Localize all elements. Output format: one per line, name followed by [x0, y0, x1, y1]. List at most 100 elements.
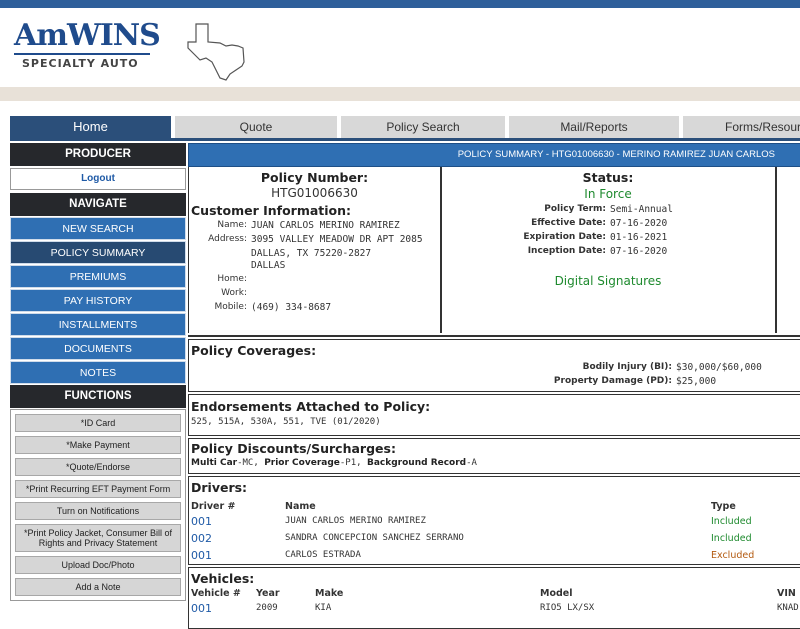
nav-installments[interactable]: INSTALLMENTS: [10, 313, 186, 336]
page-header: AmWINS SPECIALTY AUTO: [0, 8, 800, 87]
quote-endorse-button[interactable]: *Quote/Endorse: [15, 458, 181, 476]
discounts-title: Policy Discounts/Surcharges:: [191, 441, 396, 456]
driver-number-link[interactable]: 002: [191, 532, 212, 545]
vehicle-year: 2009: [256, 603, 278, 613]
header-separator: [0, 87, 800, 101]
driver-number-link[interactable]: 001: [191, 515, 212, 528]
left-sidebar: PRODUCER Logout NAVIGATE NEW SEARCH POLI…: [10, 143, 186, 601]
inception-date: 07-16-2020: [610, 246, 668, 257]
nav-pay-history[interactable]: PAY HISTORY: [10, 289, 186, 312]
effective-date: 07-16-2020: [610, 218, 668, 229]
effective-date-label: Effective Date:: [531, 218, 606, 228]
main-tabs: Home Quote Policy Search Mail/Reports Fo…: [10, 116, 800, 138]
nav-premiums[interactable]: PREMIUMS: [10, 265, 186, 288]
tab-quote[interactable]: Quote: [175, 116, 337, 138]
address-label: Address:: [208, 234, 247, 244]
discount-name: Prior Coverage: [264, 458, 340, 468]
driver-name: SANDRA CONCEPCION SANCHEZ SERRANO: [285, 533, 464, 543]
texas-map-icon: [187, 23, 245, 81]
vehicle-model-header: Model: [540, 588, 573, 599]
policy-main: POLICY SUMMARY - HTG01006630 - MERINO RA…: [188, 143, 800, 629]
id-card-button[interactable]: *ID Card: [15, 414, 181, 432]
endorsements-section: Endorsements Attached to Policy: 525, 51…: [188, 394, 800, 436]
home-phone-label: Home:: [217, 274, 247, 284]
mobile-phone-label: Mobile:: [214, 302, 247, 312]
driver-number-link[interactable]: 001: [191, 549, 212, 562]
driver-type: Included: [711, 533, 752, 544]
driver-num-header: Driver #: [191, 501, 236, 512]
policy-summary-header: POLICY SUMMARY - HTG01006630 - MERINO RA…: [188, 143, 800, 167]
policy-number-label: Policy Number:: [260, 170, 369, 185]
tab-underline: [10, 138, 800, 141]
pd-value: $25,000: [676, 376, 717, 387]
turn-on-notifications-button[interactable]: Turn on Notifications: [15, 502, 181, 520]
customer-name: JUAN CARLOS MERINO RAMIREZ: [251, 220, 400, 231]
discounts-section: Policy Discounts/Surcharges: Multi Car-M…: [188, 438, 800, 474]
driver-type: Included: [711, 516, 752, 527]
upload-doc-button[interactable]: Upload Doc/Photo: [15, 556, 181, 574]
vehicle-make: KIA: [315, 603, 332, 613]
logout-link[interactable]: Logout: [10, 168, 186, 190]
mobile-phone: (469) 334-8687: [251, 302, 332, 313]
expiration-date: 01-16-2021: [610, 232, 668, 243]
vehicles-title: Vehicles:: [191, 571, 255, 586]
policy-status-panel: Status: In Force Policy Term: Semi-Annua…: [441, 167, 777, 333]
drivers-section: Drivers: Driver # Name Type 001 JUAN CAR…: [188, 476, 800, 565]
digital-signatures-link[interactable]: Digital Signatures: [441, 274, 775, 288]
logo-subtitle: SPECIALTY AUTO: [22, 57, 139, 70]
vehicles-section: Vehicles: Vehicle # Year Make Model VIN …: [188, 567, 800, 629]
print-eft-form-button[interactable]: *Print Recurring EFT Payment Form: [15, 480, 181, 498]
status-value: In Force: [584, 187, 632, 201]
make-payment-button[interactable]: *Make Payment: [15, 436, 181, 454]
navigate-header: NAVIGATE: [10, 193, 186, 216]
vehicle-model: RIO5 LX/SX: [540, 603, 595, 613]
discount-code: -A: [466, 458, 477, 468]
vehicle-number-link[interactable]: 001: [191, 602, 212, 615]
driver-name: JUAN CARLOS MERINO RAMIREZ: [285, 516, 426, 526]
vehicle-make-header: Make: [315, 588, 344, 599]
pd-label: Property Damage (PD):: [553, 376, 672, 386]
tab-home[interactable]: Home: [10, 116, 171, 138]
discount-code: -MC,: [237, 458, 265, 468]
nav-new-search[interactable]: NEW SEARCH: [10, 217, 186, 240]
policy-number: HTG01006630: [271, 186, 358, 200]
policy-info-panel: Policy Number: HTG01006630 Customer Info…: [188, 167, 442, 333]
bi-label: Bodily Injury (BI):: [582, 362, 672, 372]
functions-panel: *ID Card *Make Payment *Quote/Endorse *P…: [10, 409, 186, 601]
address-line2: DALLAS, TX 75220-2827: [251, 248, 372, 259]
inception-date-label: Inception Date:: [527, 246, 606, 256]
discount-code: -P1,: [339, 458, 367, 468]
drivers-title: Drivers:: [191, 480, 248, 495]
add-note-button[interactable]: Add a Note: [15, 578, 181, 596]
discounts-list: Multi Car-MC, Prior Coverage-P1, Backgro…: [191, 458, 800, 468]
vehicle-vin: KNAD: [777, 603, 799, 613]
bi-value: $30,000/$60,000: [676, 362, 762, 373]
address-line1: 3095 VALLEY MEADOW DR APT 2085: [251, 234, 423, 245]
amwins-logo: AmWINS: [14, 18, 161, 53]
vehicle-year-header: Year: [256, 588, 280, 599]
nav-documents[interactable]: DOCUMENTS: [10, 337, 186, 360]
tab-mail-reports[interactable]: Mail/Reports: [509, 116, 679, 138]
driver-type: Excluded: [711, 550, 755, 561]
print-policy-jacket-button[interactable]: *Print Policy Jacket, Consumer Bill of R…: [15, 524, 181, 552]
tab-policy-search[interactable]: Policy Search: [341, 116, 505, 138]
policy-overview-row: Policy Number: HTG01006630 Customer Info…: [188, 167, 800, 337]
vehicle-num-header: Vehicle #: [191, 588, 241, 599]
tab-forms-resources[interactable]: Forms/Resour: [683, 116, 800, 138]
driver-name: CARLOS ESTRADA: [285, 550, 361, 560]
address-line3: DALLAS: [251, 260, 286, 271]
coverages-title: Policy Coverages:: [191, 343, 317, 358]
nav-policy-summary[interactable]: POLICY SUMMARY: [10, 241, 186, 264]
logo-underline: [14, 53, 150, 55]
nav-notes[interactable]: NOTES: [10, 361, 186, 384]
name-label: Name:: [217, 220, 247, 230]
discount-name: Background Record: [366, 458, 467, 468]
functions-header: FUNCTIONS: [10, 385, 186, 408]
policy-term: Semi-Annual: [610, 204, 673, 215]
endorsements-title: Endorsements Attached to Policy:: [191, 399, 431, 414]
driver-type-header: Type: [711, 501, 736, 512]
policy-term-label: Policy Term:: [544, 204, 606, 214]
discount-name: Multi Car: [191, 458, 238, 468]
producer-header: PRODUCER: [10, 143, 186, 166]
vehicle-vin-header: VIN: [777, 588, 796, 599]
